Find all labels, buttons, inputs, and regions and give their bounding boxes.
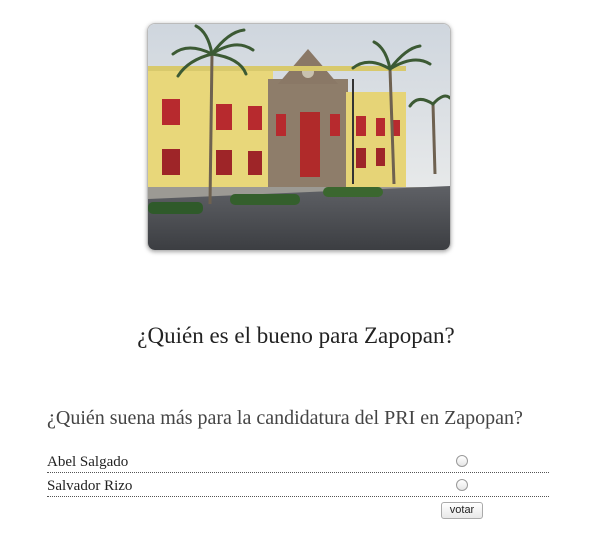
building-photo <box>147 23 451 251</box>
poll-option-label: Abel Salgado <box>47 453 129 470</box>
poll-option-radio[interactable] <box>456 479 468 491</box>
poll-question: ¿Quién suena más para la candidatura del… <box>47 407 523 429</box>
vote-button[interactable]: votar <box>441 502 483 519</box>
poll-option-row: Salvador Rizo <box>47 473 549 497</box>
poll-option-label: Salvador Rizo <box>47 477 133 494</box>
poll-option-row: Abel Salgado <box>47 449 549 473</box>
page-title: ¿Quién es el bueno para Zapopan? <box>137 323 455 348</box>
poll-option-radio[interactable] <box>456 455 468 467</box>
poll-options: Abel Salgado Salvador Rizo <box>47 449 549 497</box>
